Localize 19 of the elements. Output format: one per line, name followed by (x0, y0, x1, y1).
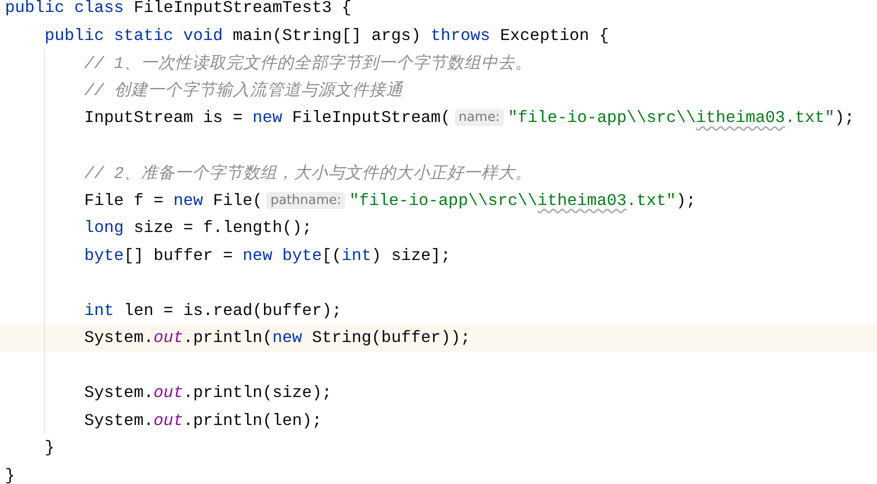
code-text: InputStream is = new FileInputStream( (84, 108, 451, 128)
code-text: File f = new File( (84, 190, 262, 210)
code-text: } (5, 466, 15, 484)
code-text: System.out.println(len); (84, 410, 322, 430)
code-text: int len = is.read(buffer); (84, 300, 342, 320)
code-text: // 2、准备一个字节数组，大小与文件的大小正好一样大。 (84, 162, 532, 184)
code-text: System.out.println(new String(buffer)); (84, 328, 470, 348)
code-text: System.out.println(size); (84, 383, 332, 402)
code-text: "file-io-app\\src\\itheima03.txt"); (508, 108, 854, 128)
code-text: byte[] buffer = new byte[(int) size]; (84, 246, 451, 265)
code-text: public class FileInputStreamTest3 { (5, 0, 352, 18)
parameter-hint: pathname: (266, 192, 346, 209)
code-text: public static void main(String[] args) throws Exception { (44, 26, 610, 45)
code-text: // 创建一个字节输入流管道与源文件接通 (84, 80, 403, 102)
code-text: } (44, 438, 54, 458)
code-text: "file-io-app\\src\\itheima03.txt"); (349, 190, 696, 210)
parameter-hint: name: (454, 109, 504, 126)
code-text: long size = f.length(); (84, 218, 312, 238)
code-text: // 1、一次性读取完文件的全部字节到一个字节数组中去。 (84, 52, 532, 74)
